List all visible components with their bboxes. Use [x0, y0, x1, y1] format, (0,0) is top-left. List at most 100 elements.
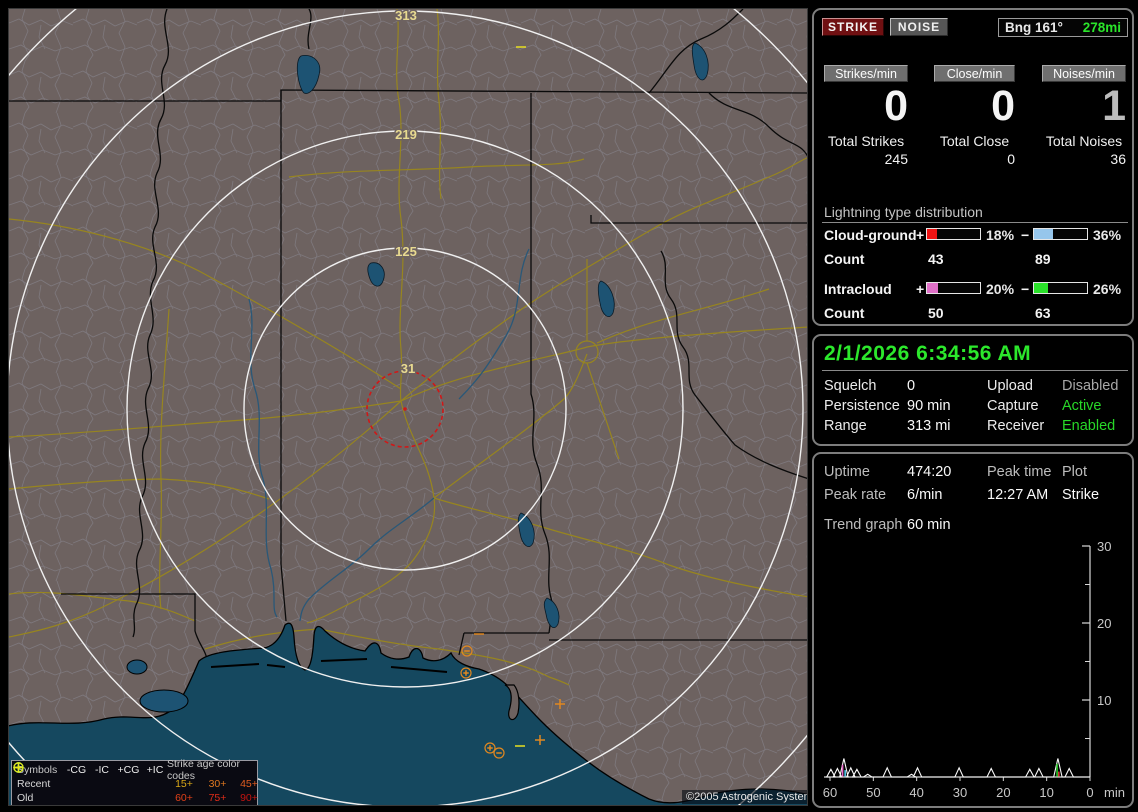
peak-time-label: Peak time — [987, 464, 1052, 480]
ring-label-125: 125 — [395, 244, 417, 259]
legend-age-75+: 75+ — [208, 792, 227, 804]
cloud-ground-label: Cloud-ground — [824, 227, 917, 243]
bearing-readout: Bng 161° 278mi — [998, 18, 1128, 37]
trend-graph-label: Trend graph — [824, 517, 903, 533]
ring-label-313: 313 — [395, 9, 417, 23]
ic-negative-pct: 26% — [1093, 281, 1122, 297]
uptime-label: Uptime — [824, 464, 870, 480]
plus-sign: + — [916, 227, 925, 243]
uptime-value: 474:20 — [907, 464, 952, 480]
trend-line — [825, 758, 1090, 778]
svg-text:30: 30 — [953, 785, 967, 800]
datetime-divider — [822, 370, 1128, 371]
close-per-min-value: 0 — [991, 82, 1015, 130]
legend-age-60+: 60+ — [175, 792, 193, 804]
svg-text:10: 10 — [1039, 785, 1053, 800]
svg-text:30: 30 — [1097, 539, 1111, 554]
upload-label: Upload — [987, 378, 1033, 394]
cg-positive-pct: 18% — [986, 227, 1015, 243]
minus-sign: − — [1021, 281, 1030, 297]
svg-text:10: 10 — [1097, 693, 1111, 708]
receiver-label: Receiver — [987, 418, 1045, 434]
cg-positive-count: 43 — [928, 251, 944, 267]
ic-negative-count: 63 — [1035, 305, 1051, 321]
ic-positive-bar — [926, 282, 981, 294]
distribution-title: Lightning type distribution — [824, 204, 983, 220]
svg-text:20: 20 — [1097, 616, 1111, 631]
legend-col--CG: -CG — [66, 764, 87, 776]
svg-text:20: 20 — [996, 785, 1010, 800]
trend-window-value: 60 min — [907, 517, 951, 533]
receiver-status: Enabled — [1062, 418, 1116, 434]
cg-count-label: Count — [824, 251, 865, 267]
bearing-label: Bng 161° — [1005, 20, 1063, 35]
strikes-per-min-value: 0 — [884, 82, 908, 130]
plus-sign: + — [916, 281, 925, 297]
cg-positive-bar — [926, 228, 981, 240]
strike-mode-button[interactable]: STRIKE — [822, 18, 884, 36]
trend-graph: 10 20 30 60 50 40 30 20 10 0 min — [823, 539, 1125, 800]
legend-col-+CG: +CG — [117, 764, 140, 776]
map-canvas: 313 219 125 31 — [9, 9, 807, 805]
bearing-range: 278mi — [1082, 20, 1121, 35]
cg-negative-count: 89 — [1035, 251, 1051, 267]
range-label: Range — [824, 418, 867, 434]
noise-mode-button[interactable]: NOISE — [890, 18, 948, 36]
legend-age-30+: 30+ — [208, 778, 227, 790]
capture-label: Capture — [987, 398, 1039, 414]
minus-sign: − — [1021, 227, 1030, 243]
total-strikes-value: 245 — [884, 151, 908, 167]
status-panel: 2/1/2026 6:34:56 AM Squelch 0 Upload Dis… — [812, 334, 1134, 446]
legend-row-label: Recent — [17, 778, 51, 790]
total-noises-label: Total Noises — [1045, 133, 1123, 149]
close-per-min-chip: Close/min — [934, 65, 1015, 82]
ic-positive-pct: 20% — [986, 281, 1015, 297]
strike-map[interactable]: 313 219 125 31 ©2005 Astrogenic Systems Sym… — [8, 8, 808, 806]
ic-negative-bar — [1033, 282, 1088, 294]
upload-status: Disabled — [1062, 378, 1119, 394]
noises-per-min-chip: Noises/min — [1042, 65, 1126, 82]
strike-legend: Symbols -CG -IC +CG +IC Strike age color code… — [11, 758, 258, 805]
counters-panel: STRIKE NOISE Bng 161° 278mi Strikes/min … — [812, 8, 1134, 326]
trend-panel: Uptime 474:20 Peak time Plot Peak rate 6… — [812, 452, 1134, 808]
lightning-tracker-app: { "colors": { "accent_green": "#2ae52a",… — [0, 0, 1138, 812]
station-center — [403, 407, 407, 411]
peak-rate-label: Peak rate — [824, 487, 887, 503]
range-value: 313 mi — [907, 418, 951, 434]
ic-positive-count: 50 — [928, 305, 944, 321]
total-noises-value: 36 — [1110, 151, 1126, 167]
cg-negative-pct: 36% — [1093, 227, 1122, 243]
datetime-display: 2/1/2026 6:34:56 AM — [824, 342, 1032, 365]
legend-col--IC: -IC — [95, 764, 109, 776]
noises-per-min-value: 1 — [1102, 82, 1126, 130]
plot-mode-value: Strike — [1062, 487, 1100, 503]
squelch-value: 0 — [907, 378, 916, 394]
total-close-value: 0 — [1007, 151, 1015, 167]
distribution-divider — [822, 222, 1128, 223]
plot-label: Plot — [1062, 464, 1087, 480]
cg-negative-bar — [1033, 228, 1088, 240]
peak-rate-value: 6/min — [907, 487, 943, 503]
svg-text:0: 0 — [1086, 785, 1093, 800]
svg-text:min: min — [1104, 785, 1125, 800]
ring-label-31: 31 — [401, 361, 415, 376]
legend-age-15+: 15+ — [175, 778, 193, 790]
svg-text:60: 60 — [823, 785, 837, 800]
copyright-text: ©2005 Astrogenic Systems — [682, 790, 807, 804]
legend-age-45+: 45+ — [240, 778, 258, 790]
svg-text:50: 50 — [866, 785, 880, 800]
intracloud-label: Intracloud — [824, 281, 892, 297]
peak-time-value: 12:27 AM — [987, 487, 1049, 503]
capture-status: Active — [1062, 398, 1102, 414]
strikes-per-min-chip: Strikes/min — [824, 65, 908, 82]
legend-age-90+: 90+ — [240, 792, 258, 804]
total-strikes-label: Total Strikes — [827, 133, 905, 149]
ring-label-219: 219 — [395, 127, 417, 142]
persistence-value: 90 min — [907, 398, 951, 414]
legend-row-label: Old — [17, 792, 34, 804]
total-close-label: Total Close — [939, 133, 1010, 149]
legend-col-+IC: +IC — [146, 764, 164, 776]
squelch-label: Squelch — [824, 378, 877, 394]
svg-text:40: 40 — [909, 785, 923, 800]
persistence-label: Persistence — [824, 398, 900, 414]
